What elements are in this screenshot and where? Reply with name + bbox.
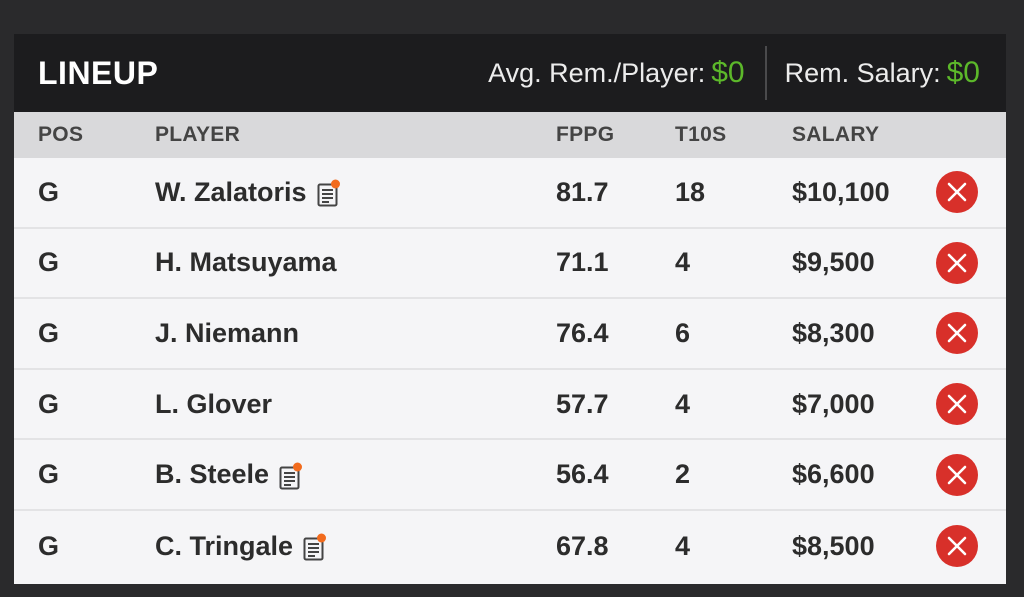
column-t10s[interactable]: T10S bbox=[675, 123, 726, 147]
player-position: G bbox=[38, 459, 60, 490]
player-salary: $8,500 bbox=[792, 530, 875, 561]
remove-player-button[interactable] bbox=[936, 171, 978, 214]
player-name[interactable]: W. Zalatoris bbox=[155, 177, 307, 208]
player-salary: $10,100 bbox=[792, 176, 890, 207]
player-t10s: 2 bbox=[675, 459, 691, 490]
remove-player-button[interactable] bbox=[936, 241, 978, 284]
avg-remaining-per-player: Avg. Rem./Player: $0 bbox=[488, 56, 744, 90]
player-name[interactable]: C. Tringale bbox=[155, 531, 293, 562]
remove-cell bbox=[936, 312, 978, 355]
player-position: G bbox=[38, 317, 60, 348]
remove-player-icon bbox=[947, 394, 967, 414]
player-name[interactable]: L. Glover bbox=[155, 389, 272, 420]
player-t10s: 4 bbox=[675, 247, 691, 278]
player-salary: $7,000 bbox=[792, 388, 875, 419]
player-cell: B. Steele bbox=[155, 459, 303, 490]
player-salary: $8,300 bbox=[792, 317, 875, 348]
remove-player-icon bbox=[947, 324, 967, 343]
player-cell: W. Zalatoris bbox=[155, 177, 340, 208]
remove-cell bbox=[936, 525, 978, 568]
remove-player-icon bbox=[947, 536, 967, 556]
column-header-row: POS PLAYER FPPG T10S SALARY bbox=[14, 112, 1006, 158]
avg-remaining-value: $0 bbox=[711, 56, 745, 89]
player-position: G bbox=[38, 530, 60, 561]
player-fppg: 76.4 bbox=[556, 317, 609, 348]
remove-player-button[interactable] bbox=[936, 312, 978, 355]
lineup-row[interactable]: G W. Zalatoris 81.7 18 $10,100 bbox=[14, 158, 1006, 229]
remaining-salary-value: $0 bbox=[946, 56, 980, 89]
player-fppg: 57.7 bbox=[556, 388, 609, 419]
column-player[interactable]: PLAYER bbox=[155, 123, 240, 147]
remove-cell bbox=[936, 453, 978, 496]
lineup-row[interactable]: G C. Tringale 67.8 4 $8,500 bbox=[14, 511, 1006, 582]
player-cell: J. Niemann bbox=[155, 318, 299, 349]
lineup-panel: LINEUP Avg. Rem./Player: $0 Rem. Salary: $… bbox=[14, 34, 1006, 584]
player-fppg: 67.8 bbox=[556, 530, 609, 561]
lineup-header: LINEUP Avg. Rem./Player: $0 Rem. Salary: $… bbox=[14, 34, 1006, 112]
lineup-row[interactable]: G B. Steele 56.4 2 $6,600 bbox=[14, 440, 1006, 511]
player-name[interactable]: J. Niemann bbox=[155, 318, 299, 349]
player-position: G bbox=[38, 247, 60, 278]
player-t10s: 4 bbox=[675, 388, 691, 419]
remove-player-icon bbox=[947, 465, 967, 484]
player-fppg: 56.4 bbox=[556, 459, 609, 490]
player-cell: L. Glover bbox=[155, 389, 272, 420]
lineup-row[interactable]: G L. Glover 57.7 4 $7,000 bbox=[14, 370, 1006, 441]
player-name[interactable]: H. Matsuyama bbox=[155, 247, 337, 278]
player-salary: $9,500 bbox=[792, 247, 875, 278]
lineup-title: LINEUP bbox=[38, 54, 159, 91]
player-t10s: 4 bbox=[675, 530, 691, 561]
player-fppg: 81.7 bbox=[556, 176, 609, 207]
player-salary: $6,600 bbox=[792, 459, 875, 490]
remove-player-button[interactable] bbox=[936, 383, 978, 426]
player-position: G bbox=[38, 388, 60, 419]
remove-player-button[interactable] bbox=[936, 525, 978, 568]
player-name[interactable]: B. Steele bbox=[155, 459, 269, 490]
remove-player-icon bbox=[947, 182, 967, 202]
player-news-icon[interactable] bbox=[317, 179, 340, 207]
column-pos[interactable]: POS bbox=[38, 123, 83, 147]
player-t10s: 6 bbox=[675, 317, 691, 348]
lineup-rows: G W. Zalatoris 81.7 18 $10,100 G H. Mats… bbox=[14, 158, 1006, 582]
player-cell: C. Tringale bbox=[155, 531, 327, 562]
remove-player-button[interactable] bbox=[936, 453, 978, 496]
remove-cell bbox=[936, 383, 978, 426]
player-cell: H. Matsuyama bbox=[155, 247, 337, 278]
player-t10s: 18 bbox=[675, 176, 706, 207]
column-fppg[interactable]: FPPG bbox=[556, 123, 614, 147]
player-fppg: 71.1 bbox=[556, 247, 609, 278]
column-salary[interactable]: SALARY bbox=[792, 123, 879, 147]
remove-player-icon bbox=[947, 253, 967, 273]
header-divider bbox=[764, 46, 767, 100]
remaining-salary-label: Rem. Salary: bbox=[784, 58, 941, 88]
lineup-row[interactable]: G H. Matsuyama 71.1 4 $9,500 bbox=[14, 229, 1006, 300]
player-news-icon[interactable] bbox=[279, 462, 303, 490]
player-position: G bbox=[38, 176, 60, 207]
remaining-salary: Rem. Salary: $0 bbox=[785, 56, 980, 90]
remove-cell bbox=[936, 171, 978, 214]
avg-remaining-label: Avg. Rem./Player: bbox=[488, 58, 706, 88]
remove-cell bbox=[936, 241, 978, 284]
player-news-icon[interactable] bbox=[303, 533, 327, 561]
lineup-row[interactable]: G J. Niemann 76.4 6 $8,300 bbox=[14, 299, 1006, 370]
